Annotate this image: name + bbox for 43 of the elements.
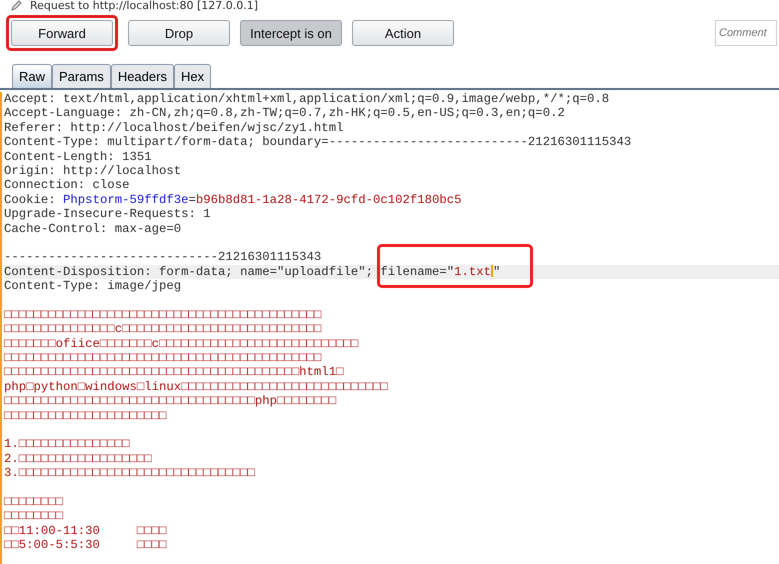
code-line: □□□□□□□□□□□□□□□□□□□□□□□□□□□□□□□□□□php□□□□□□□□: [4, 394, 338, 409]
code-line: □□5:00-5:5:30 □□□□: [4, 538, 168, 552]
code-line: Content-Length: 1351: [4, 150, 153, 164]
code-line: □□11:00-11:30 □□□□: [4, 524, 168, 538]
code-line: 2.□□□□□□□□□□□□□□□□□□: [4, 452, 153, 466]
code-line: □□□□□□□□□□□□□□□□□□□□□□: [4, 408, 168, 423]
code-line: □□□□□□□□: [4, 509, 64, 524]
comment-field[interactable]: Comment: [715, 20, 777, 46]
code-line: Origin: http://localhost: [4, 164, 182, 178]
header-name: Cookie:: [4, 192, 57, 207]
code-line: □□□□□□□□□□□□□□□□□□□□□□□□□□□□□□□□□□□□□□□□□□□: [4, 308, 322, 322]
code-line: □□□□□□□□□□□□□□□□□□□□□□□□□□□□□□□□□□□□□□□□□□□: [4, 351, 322, 366]
tab[interactable]: Headers: [110, 64, 174, 88]
window-title: Request to http://localhost:80 [127.0.0.1]: [30, 0, 258, 12]
code-line: □□□□□□□□: [4, 494, 64, 510]
tab[interactable]: Hex: [174, 64, 212, 88]
code-line: Connection: close: [4, 178, 130, 193]
quote-mark: ": [493, 264, 500, 279]
toolbar-button[interactable]: Action: [352, 20, 454, 46]
toolbar-button[interactable]: Drop: [128, 20, 230, 46]
code-line: -----------------------------21216301115343: [4, 250, 322, 265]
code-line: □□□□□□□□□□□□□□□□□□□□□□□□□□□□□□□□□□□□□□□□html1□: [4, 365, 344, 380]
code-line: Content-Type: image/jpeg: [4, 279, 182, 294]
code-line: □□□□□□□ofiice□□□□□□□c□□□□□□□□□□□□□□□□□□□□□□□□□□□: [4, 336, 360, 352]
filename-value: 1.txt: [454, 264, 492, 279]
tab[interactable]: Raw: [12, 64, 52, 88]
code-line: Accept: text/html,application/xhtml+xml,application/xml;q=0.9,image/webp,*/*;q=0.8: [4, 92, 610, 106]
code-line: Content-Type: multipart/form-data; boundary=---------------------------21216301115343: [4, 135, 632, 150]
code-line: 1.□□□□□□□□□□□□□□□: [4, 437, 130, 452]
code-line: php□python□windows□linux□□□□□□□□□□□□□□□□□□□□□□□□□□□□: [4, 380, 389, 394]
cookie-name: Phpstorm-59ffdf3e: [63, 192, 188, 207]
equals-sign: =: [188, 192, 196, 207]
code-line: □□□□□□□□□□□□□□□c□□□□□□□□□□□□□□□□□□□□□□□□□□□: [4, 322, 322, 337]
header-text: Content-Disposition: form-data; name="uploadfile"; filename=": [4, 264, 454, 279]
cookie-value: b96b8d81-1a28-4172-9cfd-0c102f180bc5: [196, 192, 462, 207]
toolbar-button[interactable]: Intercept is on: [240, 20, 342, 46]
tab[interactable]: Params: [52, 64, 111, 88]
code-line: Accept-Language: zh-CN,zh;q=0.8,zh-TW;q=0.7,zh-HK;q=0.5,en-US;q=0.3,en;q=0.2: [4, 106, 566, 121]
code-line: 3.□□□□□□□□□□□□□□□□□□□□□□□□□□□□□□□□: [4, 466, 256, 481]
code-line: Upgrade-Insecure-Requests: 1: [4, 207, 212, 222]
code-line: Cache-Control: max-age=0: [4, 222, 182, 236]
code-line: Referer: http://localhost/beifen/wjsc/zy1.html: [4, 120, 344, 136]
toolbar-button[interactable]: Forward: [11, 20, 113, 46]
